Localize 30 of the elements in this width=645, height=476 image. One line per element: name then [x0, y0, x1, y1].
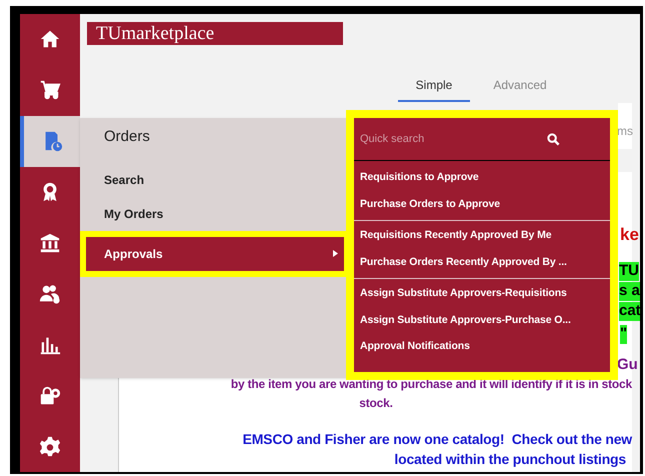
logo: TUmarketplace [96, 24, 214, 43]
flyout-title: Orders [104, 127, 151, 147]
search-field[interactable] [618, 103, 632, 149]
menu-item[interactable]: Approvals [86, 236, 344, 270]
text-fragment: TU [619, 262, 639, 281]
people-icon [39, 282, 61, 305]
submenu-item[interactable]: Assign Substitute Approvers-Requisitions [354, 281, 610, 308]
notice-text: located within the punchout listings [394, 450, 626, 469]
submenu-item[interactable]: Purchase Orders Recently Approved By ... [354, 250, 610, 276]
text-fragment: ms [617, 124, 633, 139]
text-fragment: s a [619, 282, 640, 301]
submenu-item[interactable]: Approval Notifications [354, 334, 610, 360]
text-fragment: " [620, 325, 628, 344]
search-icon [547, 132, 560, 146]
quick-search-field[interactable]: Quick search [360, 130, 547, 148]
home-icon [39, 28, 61, 50]
submenu-item[interactable]: Requisitions Recently Approved By Me [354, 223, 610, 250]
menu-item[interactable]: My Orders [80, 204, 164, 222]
bank-icon [39, 232, 61, 254]
cart-icon [39, 79, 61, 102]
notice-text: EMSCO and Fisher are now one catalog! Check out the new [242, 430, 632, 449]
notice-text: stock. [359, 395, 393, 412]
menu-item[interactable]: Search [80, 170, 144, 188]
submenu-item[interactable]: Assign Substitute Approvers-Purchase O... [354, 308, 610, 334]
text-fragment: ke [620, 224, 639, 246]
settings-icon [39, 436, 61, 458]
submenu-item[interactable]: Requisitions to Approve [354, 165, 610, 192]
submenu-item[interactable]: Purchase Orders to Approve [354, 192, 610, 218]
text-fragment: Gu [617, 356, 638, 375]
lock-gear-icon [39, 384, 61, 407]
